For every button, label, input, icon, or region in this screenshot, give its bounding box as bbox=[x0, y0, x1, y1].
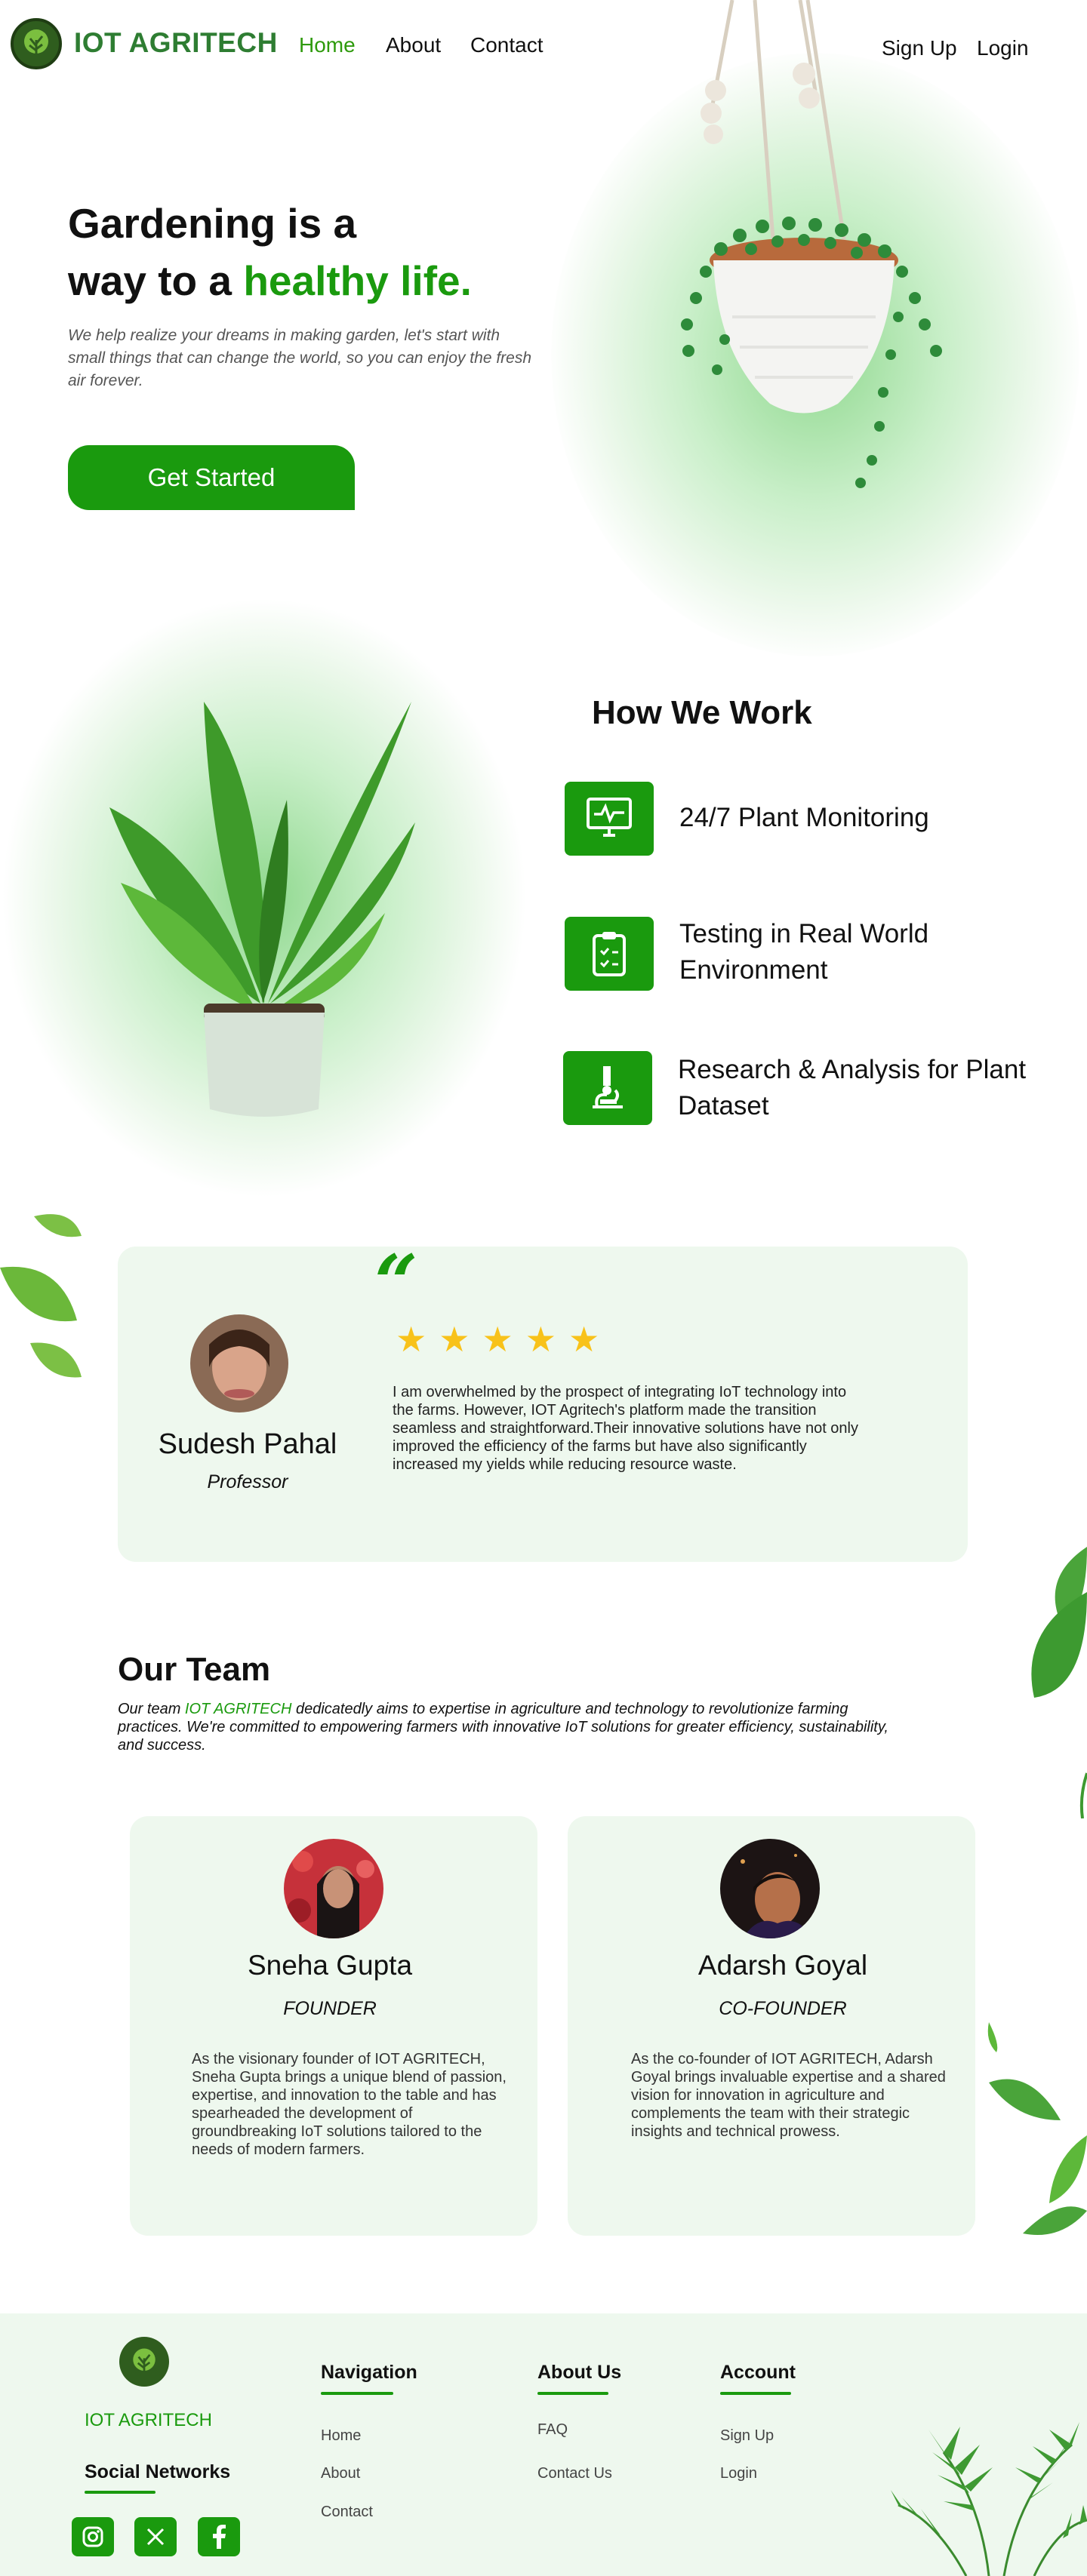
testimonial-avatar bbox=[190, 1314, 288, 1412]
rating-stars: ★ ★ ★ ★ ★ bbox=[396, 1322, 599, 1357]
footer-link-contact-us[interactable]: Contact Us bbox=[537, 2465, 612, 2482]
footer-about-underline bbox=[537, 2392, 608, 2395]
star-icon: ★ bbox=[439, 1320, 470, 1359]
team-desc-prefix: Our team bbox=[118, 1701, 185, 1717]
star-icon: ★ bbox=[482, 1320, 513, 1359]
get-started-button[interactable]: Get Started bbox=[68, 445, 355, 510]
nav-contact-link[interactable]: Contact bbox=[470, 33, 544, 57]
star-icon: ★ bbox=[396, 1320, 427, 1359]
clipboard-icon bbox=[565, 917, 654, 991]
footer-link-signup[interactable]: Sign Up bbox=[720, 2427, 774, 2445]
leaf-decoration-right bbox=[1031, 1547, 1087, 1818]
footer-about-title: About Us bbox=[537, 2362, 622, 2383]
hanging-plant-image bbox=[681, 0, 942, 488]
testimonial-role: Professor bbox=[207, 1471, 288, 1492]
hero-title-line1: Gardening is a bbox=[68, 200, 357, 247]
hero-title-line2-prefix: way to a bbox=[68, 257, 244, 304]
tree-icon bbox=[24, 29, 48, 55]
leaf-decoration-left bbox=[0, 1214, 82, 1378]
footer-logo[interactable] bbox=[119, 2337, 169, 2387]
footer-nav-underline bbox=[321, 2392, 393, 2395]
nav-about-link[interactable]: About bbox=[386, 33, 441, 57]
footer-brand: IOT AGRITECH bbox=[85, 2410, 212, 2430]
founder-name: Sneha Gupta bbox=[247, 1950, 413, 1981]
footer-link-faq[interactable]: FAQ bbox=[537, 2421, 568, 2439]
social-underline bbox=[85, 2491, 156, 2494]
footer-account-title: Account bbox=[720, 2362, 796, 2383]
team-desc-brand: IOT AGRITECH bbox=[184, 1701, 292, 1717]
cofounder-avatar bbox=[720, 1839, 820, 1938]
hww-item-monitoring: 24/7 Plant Monitoring bbox=[679, 803, 929, 832]
x-icon[interactable] bbox=[134, 2517, 177, 2556]
star-icon: ★ bbox=[525, 1320, 556, 1359]
monitor-icon bbox=[565, 782, 654, 856]
palm-leaves-decoration bbox=[891, 2422, 1087, 2576]
hero-description: We help realize your dreams in making ga… bbox=[68, 327, 532, 389]
logo[interactable] bbox=[11, 18, 62, 69]
leaf-decoration-right-bottom bbox=[987, 2022, 1087, 2235]
cofounder-role: CO-FOUNDER bbox=[719, 1998, 847, 2019]
founder-bio: As the visionary founder of IOT AGRITECH… bbox=[192, 2051, 507, 2158]
testimonial-text: I am overwhelmed by the prospect of inte… bbox=[393, 1384, 858, 1473]
team-title: Our Team bbox=[118, 1651, 271, 1688]
founder-avatar bbox=[284, 1839, 383, 1938]
team-description: Our team IOT AGRITECH dedicatedly aims t… bbox=[118, 1700, 903, 1754]
founder-role: FOUNDER bbox=[283, 1998, 377, 2019]
microscope-icon bbox=[563, 1051, 652, 1125]
cofounder-name: Adarsh Goyal bbox=[697, 1950, 868, 1981]
footer-link-contact[interactable]: Contact bbox=[321, 2504, 373, 2521]
hww-item-research: Research & Analysis for Plant Dataset bbox=[678, 1055, 1027, 1120]
quote-mark: “ bbox=[374, 1238, 418, 1327]
social-networks-title: Social Networks bbox=[85, 2461, 231, 2482]
hero-title-accent: healthy life. bbox=[243, 257, 472, 304]
hero-title: Gardening is a way to a healthy life. bbox=[68, 195, 551, 309]
tree-icon bbox=[133, 2348, 156, 2372]
cofounder-bio: As the co-founder of IOT AGRITECH, Adars… bbox=[631, 2051, 946, 2140]
footer-link-login[interactable]: Login bbox=[720, 2465, 757, 2482]
footer-link-home[interactable]: Home bbox=[321, 2427, 361, 2445]
footer-link-about[interactable]: About bbox=[321, 2465, 360, 2482]
testimonial-name: Sudesh Pahal bbox=[158, 1428, 337, 1460]
footer-nav-title: Navigation bbox=[321, 2362, 417, 2383]
instagram-icon[interactable] bbox=[72, 2517, 114, 2556]
facebook-icon[interactable] bbox=[198, 2517, 240, 2556]
star-icon: ★ bbox=[568, 1320, 600, 1359]
brand-name[interactable]: IOT AGRITECH bbox=[74, 27, 278, 59]
footer-account-underline bbox=[720, 2392, 791, 2395]
hww-item-testing: Testing in Real World Environment bbox=[679, 919, 929, 985]
nav-home-link[interactable]: Home bbox=[299, 33, 356, 57]
potted-plant-image bbox=[109, 702, 415, 1117]
how-we-work-title: How We Work bbox=[592, 694, 812, 731]
